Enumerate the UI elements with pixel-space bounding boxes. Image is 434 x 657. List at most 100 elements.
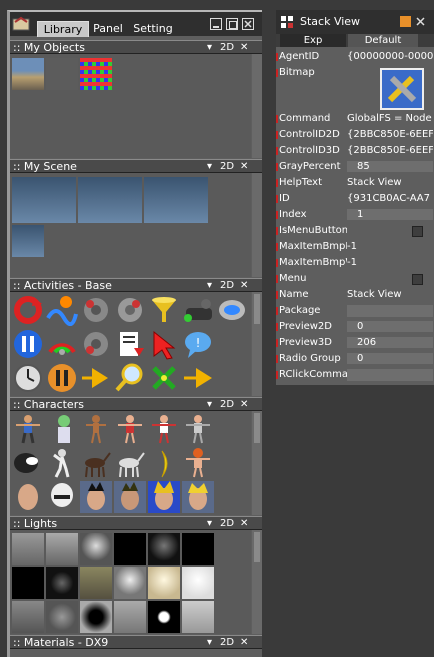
light-thumbnail[interactable]	[80, 533, 112, 565]
2d-toggle[interactable]: 2D	[220, 41, 234, 54]
property-row-preview2d[interactable]: Preview2D 0	[276, 320, 434, 336]
head-thumbnail[interactable]	[80, 481, 112, 513]
light-thumbnail[interactable]	[148, 601, 180, 633]
character-thumbnail[interactable]	[182, 413, 214, 445]
light-thumbnail[interactable]	[182, 567, 214, 599]
tab-panel[interactable]: Panel	[90, 21, 126, 36]
character-thumbnail[interactable]	[114, 413, 146, 445]
section-header[interactable]: :: Materials - DX9 ▾ 2D ✕	[10, 635, 262, 649]
tab-default[interactable]: Default	[348, 34, 418, 47]
chevron-down-icon[interactable]: ▾	[207, 41, 212, 54]
property-row-menu[interactable]: Menu	[276, 272, 434, 288]
character-thumbnail[interactable]	[46, 413, 78, 445]
chevron-down-icon[interactable]: ▾	[207, 517, 212, 530]
scrollbar[interactable]	[252, 530, 262, 634]
property-row-bitmap[interactable]: Bitmap	[276, 66, 434, 116]
light-thumbnail[interactable]	[114, 533, 146, 565]
light-thumbnail[interactable]	[148, 567, 180, 599]
scrollbar[interactable]	[252, 54, 262, 158]
gears-icon[interactable]	[114, 294, 146, 326]
speech-bubble-icon[interactable]: !	[182, 328, 214, 360]
gears-icon[interactable]	[80, 294, 112, 326]
property-row-helptext[interactable]: HelpText Stack View	[276, 176, 434, 192]
connector-arrow-icon[interactable]	[182, 362, 214, 394]
landscape-thumbnail[interactable]	[12, 58, 44, 90]
section-header[interactable]: :: Activities - Base ▾ 2D ✕	[10, 278, 262, 292]
list-icon[interactable]	[114, 328, 146, 360]
mouse-icon[interactable]	[216, 294, 248, 326]
chevron-down-icon[interactable]: ▾	[207, 636, 212, 649]
loop-arrow-icon[interactable]	[12, 294, 44, 326]
property-row-graypercent[interactable]: GrayPercent 85	[276, 160, 434, 176]
2d-toggle[interactable]: 2D	[220, 636, 234, 649]
pause-orange-icon[interactable]	[46, 362, 78, 394]
light-thumbnail[interactable]	[114, 567, 146, 599]
light-thumbnail[interactable]	[12, 533, 44, 565]
property-row-id[interactable]: ID {931CB0AC-AA7	[276, 192, 434, 208]
tab-setting[interactable]: Setting	[130, 21, 176, 36]
bitmap-preview[interactable]	[380, 68, 424, 110]
property-row-controlid3d[interactable]: ControlID3D {2BBC850E-6EEF	[276, 144, 434, 160]
light-thumbnail[interactable]	[46, 601, 78, 633]
play-connector-icon[interactable]	[80, 362, 112, 394]
light-thumbnail[interactable]	[80, 601, 112, 633]
property-row-command[interactable]: Command GlobalFS = Node	[276, 112, 434, 128]
property-row-index[interactable]: Index 1	[276, 208, 434, 224]
minimize-button[interactable]	[210, 18, 222, 30]
clock-icon[interactable]	[12, 362, 44, 394]
character-thumbnail[interactable]	[80, 413, 112, 445]
scene-thumbnail[interactable]	[144, 177, 208, 223]
head-thumbnail[interactable]	[12, 481, 44, 513]
light-thumbnail[interactable]	[148, 533, 180, 565]
tab-exp[interactable]: Exp	[280, 34, 346, 47]
head-thumbnail[interactable]	[114, 481, 146, 513]
character-thumbnail[interactable]	[12, 447, 44, 479]
property-row-ismenubutton[interactable]: IsMenuButton	[276, 224, 434, 240]
horse-thumbnail[interactable]	[80, 447, 112, 479]
character-thumbnail[interactable]	[12, 413, 44, 445]
scrollbar[interactable]	[252, 173, 262, 277]
scrollbar[interactable]	[252, 292, 262, 396]
scene-thumbnail[interactable]	[78, 177, 142, 223]
chevron-down-icon[interactable]: ▾	[207, 398, 212, 411]
light-thumbnail[interactable]	[114, 601, 146, 633]
tab-library[interactable]: Library	[37, 21, 89, 37]
cross-arrows-icon[interactable]	[148, 362, 180, 394]
wave-ball-icon[interactable]	[46, 294, 78, 326]
ismenubutton-checkbox[interactable]	[412, 226, 423, 237]
signal-icon[interactable]	[46, 328, 78, 360]
2d-toggle[interactable]: 2D	[220, 160, 234, 173]
light-thumbnail[interactable]	[80, 567, 112, 599]
section-header[interactable]: :: My Objects ▾ 2D ✕	[10, 40, 262, 54]
property-row-package[interactable]: Package	[276, 304, 434, 320]
magnifier-icon[interactable]	[114, 362, 146, 394]
property-row-maxitembmpwidth[interactable]: MaxItemBmpWid-1	[276, 256, 434, 272]
chevron-down-icon[interactable]: ▾	[207, 160, 212, 173]
close-icon[interactable]	[415, 16, 426, 27]
funnel-icon[interactable]	[148, 294, 180, 326]
section-header[interactable]: :: My Scene ▾ 2D ✕	[10, 159, 262, 173]
light-thumbnail[interactable]	[46, 533, 78, 565]
menu-checkbox[interactable]	[412, 274, 423, 285]
close-icon[interactable]: ✕	[240, 398, 248, 411]
helmet-thumbnail[interactable]	[46, 481, 78, 513]
close-button[interactable]	[242, 18, 254, 30]
scene-thumbnail[interactable]	[12, 177, 76, 223]
character-thumbnail[interactable]	[182, 447, 214, 479]
section-header[interactable]: :: Lights ▾ 2D ✕	[10, 516, 262, 530]
2d-toggle[interactable]: 2D	[220, 398, 234, 411]
scrollbar[interactable]	[252, 411, 262, 515]
2d-toggle[interactable]: 2D	[220, 517, 234, 530]
scene-thumbnail[interactable]	[12, 225, 44, 257]
property-row-maxitembmpheight[interactable]: MaxItemBmpHei-1	[276, 240, 434, 256]
property-row-controlid2d[interactable]: ControlID2D {2BBC850E-6EEF	[276, 128, 434, 144]
close-icon[interactable]: ✕	[240, 636, 248, 649]
object-thumbnail[interactable]	[46, 58, 78, 90]
chevron-down-icon[interactable]: ▾	[207, 279, 212, 292]
property-row-rclickcommand[interactable]: RClickCommand	[276, 368, 434, 384]
character-thumbnail[interactable]	[46, 447, 78, 479]
character-thumbnail[interactable]	[148, 413, 180, 445]
close-icon[interactable]: ✕	[240, 41, 248, 54]
property-row-agentid[interactable]: AgentID {00000000-0000	[276, 50, 434, 66]
maximize-button[interactable]	[226, 18, 238, 30]
